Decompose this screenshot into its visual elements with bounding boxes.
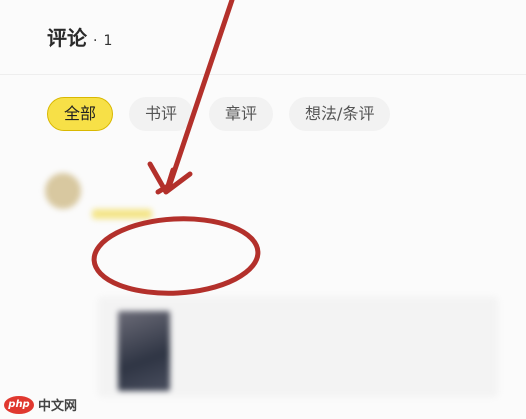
tab-all[interactable]: 全部 [47,97,114,131]
tab-thoughts[interactable]: 想法/条评 [289,97,391,131]
book-card[interactable] [98,297,498,397]
site-watermark: php 中文网 [4,395,77,414]
watermark-logo: php [4,395,34,414]
user-level-badge [92,209,152,219]
page-title: 评论 [47,26,87,50]
comment-filter-tabs: 全部 书评 章评 想法/条评 [47,97,391,131]
watermark-text: 中文网 [38,399,78,414]
comment-count: 1 [103,33,113,49]
comment-item[interactable] [40,165,500,415]
count-separator: · [93,33,98,49]
header-divider [0,74,526,75]
tab-chapter-review[interactable]: 章评 [209,97,274,131]
book-cover-image [118,311,170,391]
tab-book-review[interactable]: 书评 [129,97,194,131]
annotation-arrow [147,0,235,195]
avatar[interactable] [45,173,81,209]
comments-page: 评论 · 1 全部 书评 章评 想法/条评 php 中文网 [0,0,526,419]
comments-header: 评论 · 1 [47,22,112,51]
